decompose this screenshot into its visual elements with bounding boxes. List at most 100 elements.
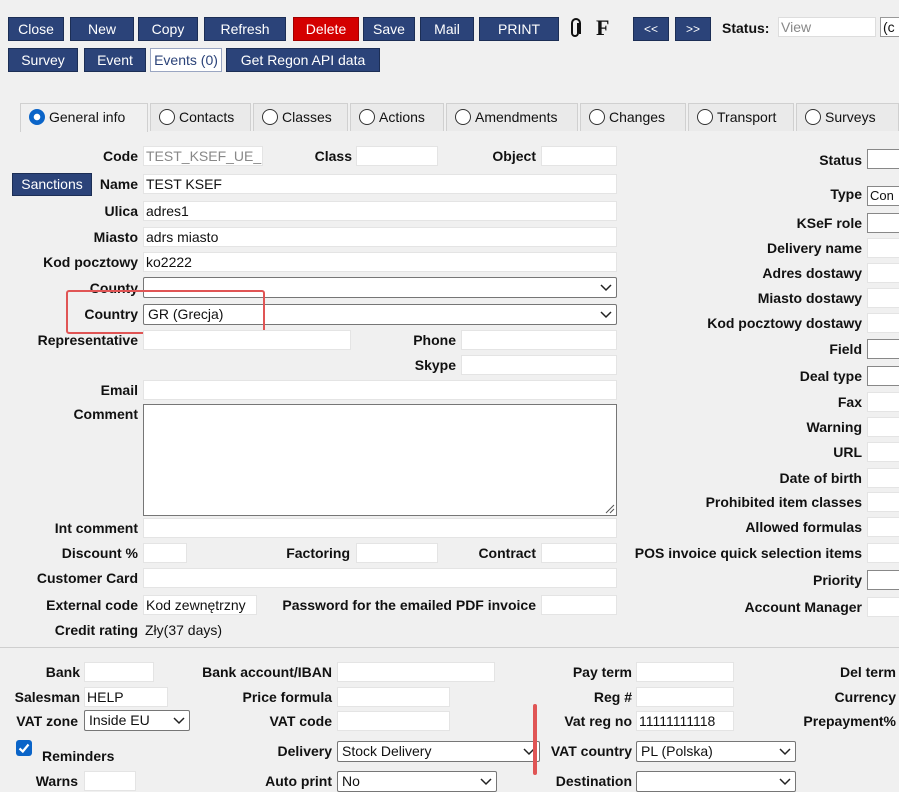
event-button[interactable]: Event	[84, 48, 146, 72]
pos-quick-items-field[interactable]	[867, 543, 899, 563]
external-code-field[interactable]: Kod zewnętrzny	[143, 595, 257, 615]
account-manager-field[interactable]	[867, 597, 899, 617]
skype-field[interactable]	[461, 355, 617, 375]
close-button[interactable]: Close	[8, 17, 64, 41]
refresh-button[interactable]: Refresh	[204, 17, 286, 41]
tab-transport[interactable]: Transport	[688, 103, 794, 131]
events-count-button[interactable]: Events (0)	[150, 48, 222, 72]
contract-field[interactable]	[541, 543, 617, 563]
date-of-birth-label: Date of birth	[779, 470, 862, 486]
chevron-down-icon	[779, 778, 791, 786]
delivery-name-field[interactable]	[867, 238, 899, 258]
class-field[interactable]	[356, 146, 438, 166]
miasto-dostawy-field[interactable]	[867, 288, 899, 308]
deal-type-select[interactable]	[867, 366, 899, 386]
next-record-button[interactable]: >>	[675, 17, 711, 41]
country-select[interactable]: GR (Grecja)	[143, 304, 617, 325]
type-select[interactable]: Con	[867, 186, 899, 206]
adres-dostawy-field[interactable]	[867, 263, 899, 283]
ulica-field[interactable]: adres1	[143, 201, 617, 221]
paperclip-icon[interactable]	[567, 18, 585, 40]
new-button[interactable]: New	[70, 17, 134, 41]
delete-button[interactable]: Delete	[293, 17, 359, 41]
vat-code-label: VAT code	[269, 713, 333, 729]
survey-button[interactable]: Survey	[8, 48, 78, 72]
country-label: Country	[84, 306, 138, 322]
fax-label: Fax	[837, 394, 862, 410]
destination-select[interactable]	[636, 771, 796, 792]
pay-term-field[interactable]	[636, 662, 734, 682]
warning-field[interactable]	[867, 417, 899, 437]
tab-surveys[interactable]: Surveys	[796, 103, 899, 131]
discount-field[interactable]	[143, 543, 187, 563]
miasto-field[interactable]: adrs miasto	[143, 227, 617, 247]
salesman-label: Salesman	[14, 689, 80, 705]
name-field[interactable]: TEST KSEF	[143, 174, 617, 194]
int-comment-field[interactable]	[143, 518, 617, 538]
print-button[interactable]: PRINT	[479, 17, 559, 41]
tab-general-info[interactable]: General info	[20, 103, 148, 132]
salesman-field[interactable]: HELP	[84, 687, 168, 707]
radio-icon	[29, 109, 45, 125]
priority-select[interactable]	[867, 570, 899, 590]
status-extra-select[interactable]: (c	[880, 17, 899, 37]
class-label: Class	[314, 148, 352, 164]
county-select[interactable]	[143, 277, 617, 298]
prev-record-button[interactable]: <<	[633, 17, 669, 41]
password-pdf-field[interactable]	[541, 595, 617, 615]
tab-label: Changes	[609, 109, 666, 125]
tab-contacts[interactable]: Contacts	[150, 103, 251, 131]
delivery-label: Delivery	[277, 743, 332, 759]
vat-reg-no-field[interactable]: 11111111118	[636, 711, 734, 731]
vat-code-field[interactable]	[337, 711, 450, 731]
tab-amendments[interactable]: Amendments	[446, 103, 578, 131]
comment-textarea[interactable]	[143, 404, 617, 516]
contract-label: Contract	[478, 545, 536, 561]
vat-country-select[interactable]: PL (Polska)	[636, 741, 796, 762]
phone-field[interactable]	[461, 330, 617, 350]
kod-pocztowy-field[interactable]: ko2222	[143, 252, 617, 272]
tab-label: Transport	[717, 109, 777, 125]
field-select[interactable]	[867, 339, 899, 359]
fax-field[interactable]	[867, 392, 899, 412]
tab-classes[interactable]: Classes	[253, 103, 348, 131]
vat-zone-select[interactable]: Inside EU	[84, 710, 190, 731]
resize-handle-icon[interactable]	[603, 502, 615, 514]
reminders-checkbox[interactable]	[16, 740, 32, 756]
tab-actions[interactable]: Actions	[350, 103, 444, 131]
email-field[interactable]	[143, 380, 617, 400]
ksef-role-select[interactable]	[867, 213, 899, 233]
auto-print-select[interactable]: No	[337, 771, 497, 792]
representative-field[interactable]	[143, 330, 351, 350]
customer-card-field[interactable]	[143, 568, 617, 588]
bank-account-field[interactable]	[337, 662, 495, 682]
status-field[interactable]	[867, 149, 899, 169]
status-label: Status:	[722, 20, 770, 36]
warns-field[interactable]	[84, 771, 136, 791]
tab-changes[interactable]: Changes	[580, 103, 686, 131]
status-field-label: Status	[819, 152, 862, 168]
kod-dostawy-field[interactable]	[867, 313, 899, 333]
copy-button[interactable]: Copy	[138, 17, 198, 41]
warning-label: Warning	[806, 419, 862, 435]
code-field[interactable]: TEST_KSEF_UE_	[143, 146, 263, 166]
object-field[interactable]	[541, 146, 617, 166]
f-button[interactable]: F	[596, 14, 609, 42]
delivery-select[interactable]: Stock Delivery	[337, 741, 540, 762]
date-of-birth-field[interactable]	[867, 468, 899, 488]
sanctions-button[interactable]: Sanctions	[12, 173, 92, 196]
allowed-formulas-field[interactable]	[867, 517, 899, 537]
url-field[interactable]	[867, 442, 899, 462]
mail-button[interactable]: Mail	[420, 17, 474, 41]
bank-field[interactable]	[84, 662, 154, 682]
currency-label: Currency	[834, 689, 896, 705]
get-regon-api-button[interactable]: Get Regon API data	[226, 48, 380, 72]
price-formula-field[interactable]	[337, 687, 450, 707]
radio-icon	[359, 109, 375, 125]
factoring-field[interactable]	[356, 543, 438, 563]
representative-label: Representative	[37, 332, 138, 348]
prohibited-classes-field[interactable]	[867, 492, 899, 512]
reg-number-field[interactable]	[636, 687, 734, 707]
save-button[interactable]: Save	[363, 17, 415, 41]
external-code-label: External code	[46, 597, 138, 613]
